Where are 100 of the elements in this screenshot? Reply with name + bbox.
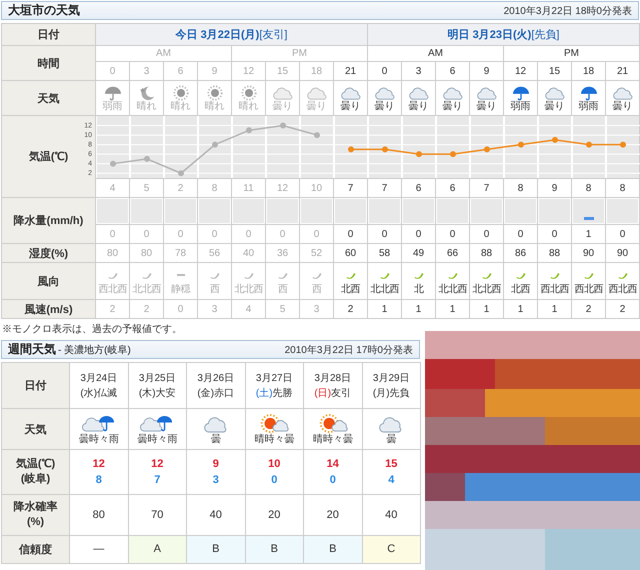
humidity-cell: 80: [96, 244, 130, 262]
wind-direction-text: 静穏: [170, 284, 192, 294]
precipitation-cell: 0: [198, 224, 232, 244]
weather-text: 曇り: [476, 100, 498, 112]
period-cell: AM: [368, 46, 504, 62]
row-header: 天気: [2, 80, 96, 116]
humidity-cell: 49: [402, 244, 436, 262]
low-temperature: 0: [328, 473, 337, 488]
wind-direction-text: 北北西: [437, 284, 468, 294]
precipitation-cell: 0: [504, 224, 538, 244]
row-header: 降水確率 (%): [2, 494, 70, 536]
cloud-icon: [374, 84, 396, 100]
precipitation-cell: 0: [368, 224, 402, 244]
issued-time: 2010年3月22日 18時0分発表: [504, 4, 632, 18]
hour-cell: 15: [266, 62, 300, 80]
issued-time: 2010年3月22日 17時0分発表: [284, 344, 413, 356]
hour-cell: 21: [606, 62, 640, 80]
cloud-icon: [544, 84, 566, 100]
weather-text: 弱雨: [102, 100, 124, 112]
date-cell: 3月27日 (土)先勝: [245, 362, 304, 408]
precipitation-bar: [584, 217, 594, 220]
wind-direction-text: 北西: [510, 284, 531, 294]
weather-text: 曇り: [612, 100, 634, 112]
weather-text: 晴れ: [136, 100, 158, 112]
high-temperature: 12: [92, 456, 106, 472]
humidity-cell: 52: [300, 244, 334, 262]
humidity-cell: 88: [470, 244, 504, 262]
weather-text: 晴れ: [204, 100, 226, 112]
date-cell: 3月28日 (日)友引: [304, 362, 362, 408]
high-temperature: 14: [326, 456, 340, 472]
hour-cell: 18: [300, 62, 334, 80]
wind-direction-text: 北北西: [233, 284, 264, 294]
weather-text: 弱雨: [578, 100, 600, 112]
humidity-cell: 66: [436, 244, 470, 262]
wind-speed-cell: 1: [436, 300, 470, 318]
humidity-cell: 90: [572, 244, 606, 262]
weather-text: 曇: [385, 434, 398, 445]
reliability-cell: —: [70, 536, 128, 564]
weather-text: 曇時々雨: [78, 434, 120, 445]
precipitation-cell: 0: [606, 224, 640, 244]
precipitation-cell: 0: [232, 224, 266, 244]
wind-direction-text: 西北西: [573, 284, 604, 294]
hour-cell: 3: [130, 62, 164, 80]
weather-text: 曇り: [544, 100, 566, 112]
hour-cell: 18: [572, 62, 606, 80]
humidity-cell: 40: [232, 244, 266, 262]
wind-direction-text: 西: [310, 284, 322, 294]
precipitation-cell: 0: [436, 224, 470, 244]
row-header: 日付: [2, 24, 96, 46]
note-text: ※モノクロ表示は、過去の予報値です。: [2, 322, 183, 336]
hour-cell: 12: [504, 62, 538, 80]
wind-speed-cell: 1: [402, 300, 436, 318]
precipitation-cell: 0: [266, 224, 300, 244]
hour-cell: 6: [436, 62, 470, 80]
reliability-cell: B: [186, 536, 245, 564]
humidity-cell: 90: [606, 244, 640, 262]
hour-cell: 9: [470, 62, 504, 80]
hour-cell: 0: [96, 62, 130, 80]
wind-direction-text: 北西: [340, 284, 361, 294]
reliability-cell: C: [362, 536, 420, 564]
row-header: 日付: [2, 362, 70, 408]
wind-speed-cell: 5: [266, 300, 300, 318]
precipitation-cell: 0: [334, 224, 368, 244]
wind-speed-cell: 2: [334, 300, 368, 318]
wind-direction-text: 北: [412, 284, 425, 294]
period-cell: AM: [96, 46, 232, 62]
weather-text: 曇り: [306, 100, 328, 112]
hour-cell: 0: [368, 62, 402, 80]
wind-speed-cell: 3: [198, 300, 232, 318]
hour-cell: 12: [232, 62, 266, 80]
low-temperature: 8: [94, 473, 103, 488]
region-label: - 美濃地方(岐阜): [58, 345, 131, 356]
weather-text: 晴れ: [170, 100, 192, 112]
low-temperature: 4: [387, 473, 396, 488]
precipitation-cell: 0: [300, 224, 334, 244]
high-temperature: 10: [267, 456, 282, 472]
row-header: 気温(℃) (岐阜): [2, 450, 70, 494]
wind-direction-text: 北北西: [369, 284, 400, 294]
weather-text: 曇時々雨: [136, 434, 178, 445]
high-temperature: 9: [212, 456, 220, 472]
precipitation-cell: 0: [538, 224, 572, 244]
wind-direction-text: 西: [208, 284, 220, 294]
wind-speed-cell: 1: [368, 300, 402, 318]
hour-cell: 6: [164, 62, 198, 80]
wind-speed-cell: 1: [538, 300, 572, 318]
row-header: 時間: [2, 46, 96, 80]
precipitation-cell: 0: [470, 224, 504, 244]
humidity-cell: 60: [334, 244, 368, 262]
cloud-umbrella-icon: [82, 413, 116, 434]
reliability-cell: B: [304, 536, 362, 564]
row-header: 風速(m/s): [2, 300, 96, 318]
row-header: 信頼度: [2, 536, 70, 564]
low-temperature: 3: [212, 473, 220, 488]
weather-text: 曇り: [374, 100, 396, 112]
row-header: 天気: [2, 408, 70, 450]
cloud-icon: [340, 84, 362, 100]
wind-speed-cell: 2: [96, 300, 130, 318]
cloud-icon: [408, 84, 430, 100]
precipitation-cell: 0: [130, 224, 164, 244]
hour-cell: 9: [198, 62, 232, 80]
